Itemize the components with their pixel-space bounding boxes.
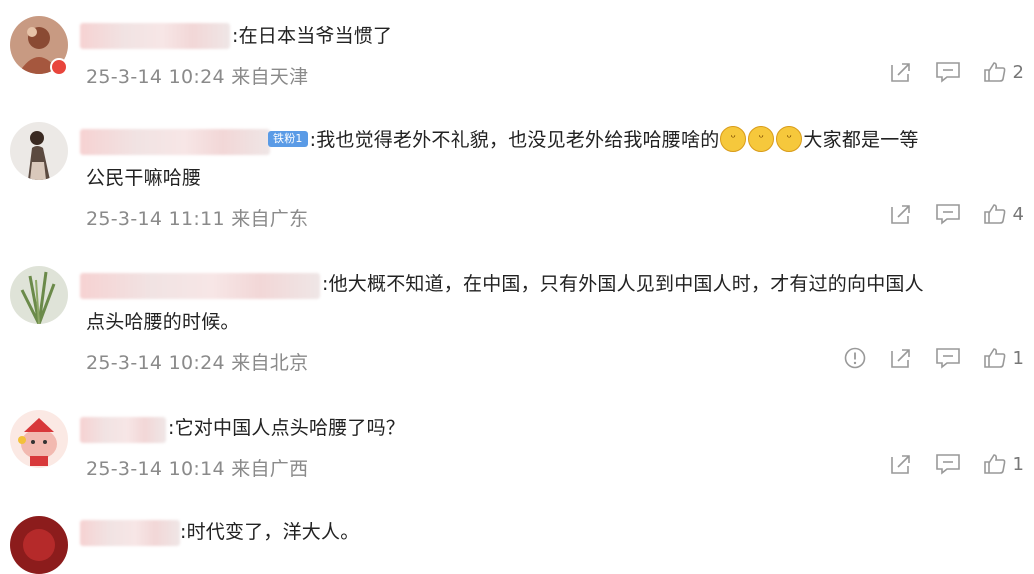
avatar[interactable] (10, 516, 68, 574)
like-button[interactable]: 4 (983, 202, 1024, 226)
like-count: 1 (1012, 347, 1024, 369)
comment-date: 25-3-14 11:11 (86, 208, 225, 230)
like-icon (983, 348, 1005, 368)
comment-text-continued: 点头哈腰的时候。 (86, 311, 240, 333)
reply-button[interactable] (935, 202, 961, 226)
comment-text: :它对中国人点头哈腰了吗？ (168, 417, 406, 439)
username-redacted[interactable] (80, 273, 320, 299)
like-button[interactable]: 1 (983, 452, 1024, 476)
comment-actions: 2 (867, 60, 1024, 84)
like-icon (983, 204, 1005, 224)
comment-location: 来自广东 (231, 208, 309, 230)
share-button[interactable] (889, 202, 913, 226)
comment-meta: 25-3-14 10:14 来自广西 (86, 454, 308, 481)
like-count: 2 (1012, 61, 1024, 83)
emoji-icon: ᵕ (776, 125, 803, 152)
report-button[interactable] (843, 346, 867, 370)
comment-actions: 1 (867, 452, 1024, 476)
share-icon (890, 455, 910, 474)
comment-text-continued: 公民干嘛哈腰 (86, 167, 202, 189)
avatar[interactable] (10, 410, 68, 468)
share-button[interactable] (889, 60, 913, 84)
verified-badge-icon (50, 58, 68, 76)
share-button[interactable] (889, 346, 913, 370)
share-icon (890, 63, 910, 82)
like-button[interactable]: 1 (983, 346, 1024, 370)
reply-button[interactable] (935, 452, 961, 476)
avatar[interactable] (10, 266, 68, 324)
comment-date: 25-3-14 10:14 (86, 458, 225, 480)
reply-button[interactable] (935, 346, 961, 370)
comment-icon (935, 454, 960, 475)
username-redacted[interactable] (80, 23, 230, 49)
comment-meta: 25-3-14 10:24 来自天津 (86, 62, 308, 89)
like-button[interactable]: 2 (983, 60, 1024, 84)
report-icon (844, 347, 865, 369)
share-icon (890, 205, 910, 224)
comment-meta: 25-3-14 10:24 来自北京 (86, 348, 308, 375)
comment-text: :时代变了，洋大人。 (180, 521, 360, 543)
comment-location: 来自天津 (231, 66, 309, 88)
comment-text-part: :我也觉得老外不礼貌，也没见老外给我哈腰啥的 (309, 129, 720, 151)
comment-text-part: 大家都是一等 (803, 129, 919, 151)
comment-actions: 1 (821, 346, 1024, 370)
username-redacted[interactable] (80, 520, 180, 546)
username-redacted[interactable] (80, 129, 270, 155)
fan-badge: 铁粉1 (268, 130, 308, 147)
comment-date: 25-3-14 10:24 (86, 66, 225, 88)
comment-location: 来自北京 (231, 352, 309, 374)
like-icon (983, 454, 1005, 474)
share-button[interactable] (889, 452, 913, 476)
comment-icon (935, 62, 960, 83)
comment-text: 铁粉1:我也觉得老外不礼貌，也没见老外给我哈腰啥的 ᵕ ᵕ ᵕ 大家都是一等 (266, 125, 919, 154)
like-icon (983, 62, 1005, 82)
comment-text: :他大概不知道，在中国，只有外国人见到中国人时，才有过的向中国人 (322, 273, 924, 295)
reply-button[interactable] (935, 60, 961, 84)
emoji-icon: ᵕ (720, 125, 747, 152)
comment-text: :在日本当爷当惯了 (232, 25, 393, 47)
comment-meta: 25-3-14 11:11 来自广东 (86, 204, 308, 231)
like-count: 1 (1012, 453, 1024, 475)
comment-icon (935, 348, 960, 369)
comment-location: 来自广西 (231, 458, 309, 480)
like-count: 4 (1012, 203, 1024, 225)
comment-actions: 4 (867, 202, 1024, 226)
emoji-icon: ᵕ (748, 125, 775, 152)
comment-date: 25-3-14 10:24 (86, 352, 225, 374)
avatar[interactable] (10, 122, 68, 180)
username-redacted[interactable] (80, 417, 166, 443)
share-icon (890, 349, 910, 368)
comment-icon (935, 204, 960, 225)
